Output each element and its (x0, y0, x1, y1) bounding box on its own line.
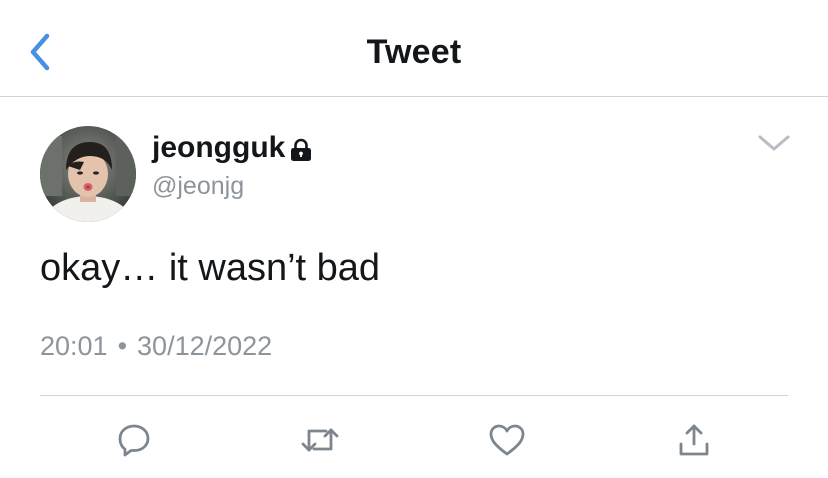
display-name: jeongguk (152, 131, 286, 164)
author-name-row[interactable]: jeongguk (152, 130, 313, 166)
tweet-menu-button[interactable] (752, 128, 796, 158)
retweet-icon (301, 428, 339, 452)
tweet-time: 20:01 (40, 331, 108, 361)
avatar-image (40, 126, 136, 222)
share-button[interactable] (672, 418, 716, 462)
reply-icon (118, 424, 150, 457)
tweet-text: okay… it wasn’t bad (40, 247, 381, 289)
heart-icon (489, 424, 525, 456)
avatar[interactable] (40, 126, 136, 222)
header-bar: Tweet (0, 0, 828, 97)
reply-button[interactable] (112, 418, 156, 462)
tweet-date: 30/12/2022 (137, 331, 273, 361)
retweet-button[interactable] (298, 418, 342, 462)
tweet-timestamp: 20:01 • 30/12/2022 (40, 331, 272, 362)
lock-icon (291, 138, 312, 161)
user-handle[interactable]: @jeonjg (152, 172, 244, 201)
chevron-down-icon (758, 135, 790, 151)
like-button[interactable] (485, 418, 529, 462)
timestamp-separator: • (117, 331, 128, 361)
share-icon (679, 424, 709, 456)
divider (40, 395, 788, 396)
page-title: Tweet (366, 33, 462, 71)
